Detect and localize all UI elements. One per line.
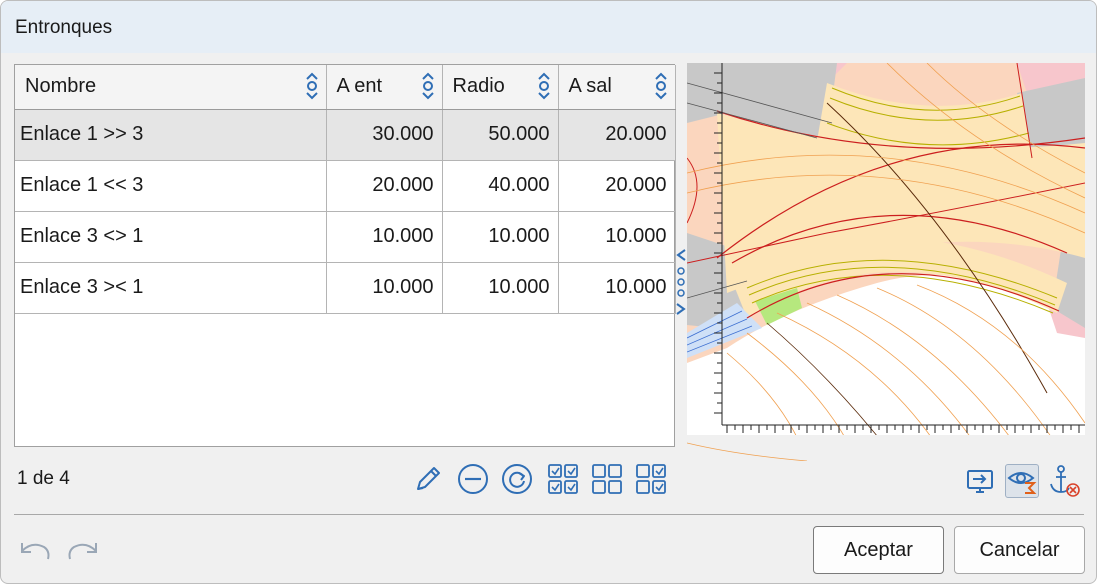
pencil-icon[interactable] [411, 462, 445, 496]
sort-icon[interactable] [653, 70, 669, 102]
cell-nombre[interactable]: Enlace 3 >< 1 [15, 262, 327, 314]
column-header-a-sal[interactable]: A sal [558, 65, 676, 110]
sort-icon[interactable] [536, 70, 552, 102]
column-label: Radio [452, 75, 505, 98]
cell-radio[interactable]: 10.000 [442, 262, 559, 314]
cell-radio[interactable]: 40.000 [442, 160, 559, 212]
cell-radio[interactable]: 50.000 [442, 109, 559, 161]
footer-separator [14, 514, 1084, 515]
accept-button[interactable]: Aceptar [813, 526, 944, 574]
eye-sum-icon[interactable] [1005, 464, 1039, 498]
window-title: Entronques [15, 17, 113, 38]
table-row[interactable]: Enlace 3 >< 1 10.000 10.000 10.000 [15, 262, 676, 314]
cell-nombre[interactable]: Enlace 1 >> 3 [15, 109, 327, 161]
cell-nombre[interactable]: Enlace 3 <> 1 [15, 211, 327, 263]
column-label: Nombre [25, 75, 97, 98]
cell-a-ent[interactable]: 10.000 [326, 262, 443, 314]
cell-a-sal[interactable]: 10.000 [558, 262, 676, 314]
refresh-circle-icon[interactable] [500, 462, 534, 496]
undo-icon[interactable] [18, 539, 52, 565]
column-header-nombre[interactable]: Nombre [15, 65, 327, 110]
table-row[interactable]: Enlace 3 <> 1 10.000 10.000 10.000 [15, 211, 676, 263]
cell-a-sal[interactable]: 20.000 [558, 109, 676, 161]
record-counter: 1 de 4 [17, 468, 70, 489]
column-header-radio[interactable]: Radio [442, 65, 559, 110]
sort-icon[interactable] [420, 70, 436, 102]
remove-circle-icon[interactable] [456, 462, 490, 496]
anchor-remove-icon[interactable] [1047, 464, 1081, 498]
cell-radio[interactable]: 10.000 [442, 211, 559, 263]
title-bar: Entronques [1, 1, 1096, 53]
cancel-button[interactable]: Cancelar [954, 526, 1085, 574]
collapse-handle[interactable] [674, 246, 688, 318]
cell-a-sal[interactable]: 20.000 [558, 160, 676, 212]
table-row[interactable]: Enlace 1 >> 3 30.000 50.000 20.000 [15, 109, 676, 161]
redo-icon[interactable] [66, 539, 100, 565]
cell-a-ent[interactable]: 20.000 [326, 160, 443, 212]
sort-icon[interactable] [304, 70, 320, 102]
column-label: A ent [336, 75, 383, 98]
column-label: A sal [568, 75, 612, 98]
column-header-a-ent[interactable]: A ent [326, 65, 443, 110]
entronques-dialog: Entronques Nombre A ent Radio A sal Enla… [0, 0, 1097, 584]
check-all-icon[interactable] [546, 462, 580, 496]
links-table: Nombre A ent Radio A sal Enlace 1 >> 3 3… [14, 64, 676, 447]
cell-a-ent[interactable]: 10.000 [326, 211, 443, 263]
junction-preview-map[interactable] [687, 63, 1085, 461]
check-some-icon[interactable] [634, 462, 668, 496]
grid-empty-icon[interactable] [590, 462, 624, 496]
table-row[interactable]: Enlace 1 << 3 20.000 40.000 20.000 [15, 160, 676, 212]
cell-a-sal[interactable]: 10.000 [558, 211, 676, 263]
table-header-row: Nombre A ent Radio A sal [15, 65, 676, 110]
display-arrow-icon[interactable] [964, 464, 998, 498]
cell-a-ent[interactable]: 30.000 [326, 109, 443, 161]
cell-nombre[interactable]: Enlace 1 << 3 [15, 160, 327, 212]
